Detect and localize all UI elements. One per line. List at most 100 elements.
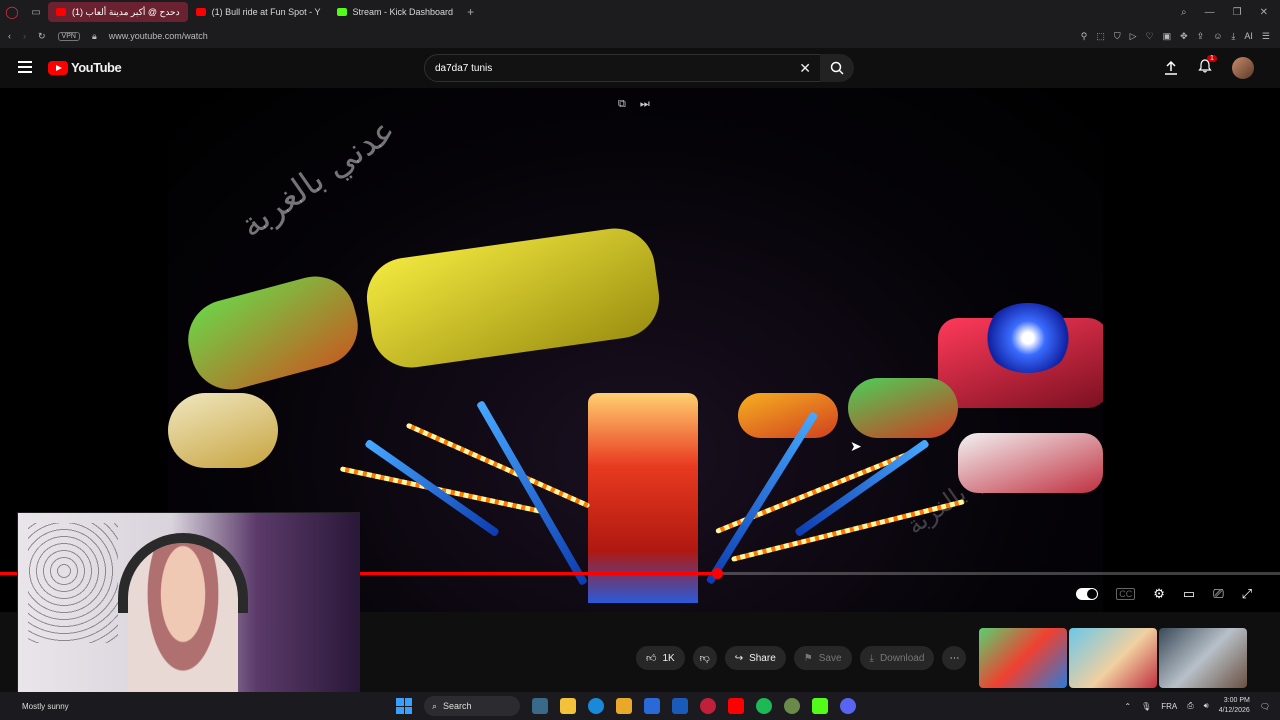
volume-icon[interactable]: 🔊︎ <box>1204 701 1209 711</box>
fullscreen-icon[interactable]: ⤢ <box>1242 586 1252 602</box>
clear-search-icon[interactable]: ✕ <box>799 60 811 77</box>
folder-icon[interactable] <box>616 698 632 714</box>
settings-gear-icon[interactable]: ⚙ <box>1153 586 1165 602</box>
user-icon[interactable]: ☺ <box>1213 31 1222 42</box>
kick-icon[interactable] <box>812 698 828 714</box>
thumbs-down-icon: 👎︎ <box>699 653 710 664</box>
next-video-icon[interactable]: ⏭ <box>640 98 650 111</box>
windows-start-icon[interactable] <box>396 698 412 714</box>
recommended-thumbnail[interactable] <box>979 628 1067 688</box>
recommended-thumbnail[interactable] <box>1069 628 1157 688</box>
share-button[interactable]: ↪ Share <box>724 646 786 670</box>
save-button[interactable]: ⚑ Save <box>793 646 852 670</box>
search-icon: ⌕ <box>432 700 438 711</box>
extension-icon[interactable]: ▣ <box>1163 31 1172 42</box>
edge-icon[interactable] <box>588 698 604 714</box>
restore-icon[interactable]: ❐ <box>1233 7 1242 18</box>
notifications-button[interactable]: 1 <box>1198 54 1217 78</box>
ride-car-white <box>958 433 1103 493</box>
taskbar-search[interactable]: ⌕ Search <box>424 696 520 716</box>
like-button[interactable]: 👍︎ 1K <box>636 646 685 670</box>
dislike-button[interactable]: 👎︎ <box>692 646 717 670</box>
youtube-logo[interactable]: YouTube <box>48 60 122 75</box>
ride-propeller <box>983 303 1073 373</box>
discord-icon[interactable] <box>840 698 856 714</box>
weather-widget[interactable]: Mostly sunny <box>22 702 69 711</box>
ai-button[interactable]: AI <box>1244 31 1253 42</box>
language-indicator[interactable]: FRA <box>1161 702 1177 711</box>
headphones <box>118 533 248 613</box>
notification-center-icon[interactable]: 🗨︎ <box>1260 702 1270 711</box>
ride-car-shoe <box>361 223 665 373</box>
search-input[interactable]: da7da7 tunis ✕ <box>424 54 824 82</box>
youtube-favicon-icon <box>56 8 66 16</box>
tab-2[interactable]: (1) Bull ride at Fun Spot - Y <box>188 2 329 22</box>
download-icon[interactable]: ⤓ <box>1231 31 1235 42</box>
miniplayer-icon[interactable]: ⧉ <box>618 98 626 111</box>
vpn-badge[interactable]: VPN <box>57 31 80 41</box>
opera-gx-icon[interactable] <box>700 698 716 714</box>
youtube-icon[interactable] <box>728 698 744 714</box>
search-tabs-icon[interactable]: ⌕ <box>1181 7 1187 18</box>
hamburger-menu-icon[interactable] <box>18 61 32 73</box>
puzzle-icon[interactable]: ✥ <box>1180 31 1188 42</box>
thumbs-up-icon: 👍︎ <box>646 653 657 664</box>
subtitles-button[interactable]: CC <box>1116 588 1136 600</box>
app-icon[interactable] <box>784 698 800 714</box>
more-actions-button[interactable]: ⋯ <box>942 646 967 670</box>
search-button[interactable] <box>820 54 854 82</box>
watermark-text: عدني بالغربة <box>232 110 403 246</box>
ride-arm <box>476 400 588 586</box>
snapshot-icon[interactable]: ⬚ <box>1096 31 1105 42</box>
search-icon <box>830 61 844 75</box>
menu-icon[interactable]: ☰ <box>1262 31 1270 42</box>
pin-icon[interactable]: ⚲ <box>1081 31 1088 42</box>
clock-time: 3:00 PM <box>1223 697 1250 704</box>
play-icon[interactable]: ▷ <box>1130 31 1137 42</box>
back-icon[interactable]: ‹ <box>8 31 11 41</box>
upload-icon[interactable] <box>1164 61 1178 75</box>
more-horizontal-icon: ⋯ <box>949 652 960 664</box>
network-icon[interactable]: ⎙ <box>1187 701 1193 711</box>
like-count: 1K <box>662 652 675 664</box>
workspaces-icon[interactable]: ▭ <box>24 0 48 24</box>
tab-1[interactable]: دحدح @ أكبر مدينة ألعاب (1) <box>48 2 188 22</box>
widgets-icon[interactable] <box>532 698 548 714</box>
close-window-icon[interactable]: ✕ <box>1260 7 1268 18</box>
lock-icon: 🔒︎ <box>91 30 97 41</box>
spotify-icon[interactable] <box>756 698 772 714</box>
reload-icon[interactable]: ↻ <box>38 31 46 42</box>
share-label: Share <box>749 652 776 664</box>
progress-scrubber[interactable] <box>711 568 723 579</box>
kick-favicon-icon <box>336 8 347 16</box>
system-tray: ⌃ 🎙︎ FRA ⎙ 🔊︎ 3:00 PM 4/12/2026 🗨︎ <box>1124 696 1270 716</box>
ride-car-egg <box>168 393 278 468</box>
cast-icon[interactable]: ⎚ <box>1213 586 1223 602</box>
opera-icon[interactable]: ◯ <box>0 0 24 24</box>
download-arrow-icon: ⤓ <box>869 652 874 664</box>
recommended-thumbnail[interactable] <box>1159 628 1247 688</box>
tab-3-label: Stream - Kick Dashboard <box>352 7 454 17</box>
avatar[interactable] <box>1232 57 1254 79</box>
minimize-icon[interactable]: — <box>1205 7 1215 18</box>
taskbar: Mostly sunny ⌕ Search ⌃ 🎙︎ FRA ⎙ 🔊︎ 3:00… <box>0 692 1280 720</box>
youtube-favicon-icon <box>195 8 206 16</box>
ride-car-green <box>179 267 367 399</box>
download-label: Download <box>879 652 925 664</box>
tab-3[interactable]: Stream - Kick Dashboard <box>329 2 462 22</box>
tray-chevron-icon[interactable]: ⌃ <box>1124 702 1131 711</box>
clock[interactable]: 3:00 PM 4/12/2026 <box>1219 696 1250 716</box>
forward-icon[interactable]: › <box>23 31 26 41</box>
shield-icon[interactable]: ⛉ <box>1114 31 1121 42</box>
outlook-icon[interactable] <box>672 698 688 714</box>
file-explorer-icon[interactable] <box>560 698 576 714</box>
share-icon[interactable]: ⇪ <box>1197 31 1205 42</box>
store-icon[interactable] <box>644 698 660 714</box>
url-field[interactable]: www.youtube.com/watch <box>109 31 208 41</box>
new-tab-icon[interactable]: + <box>467 5 474 19</box>
autoplay-toggle[interactable] <box>1076 588 1099 600</box>
download-button[interactable]: ⤓ Download <box>859 646 935 670</box>
heart-icon[interactable]: ♡ <box>1146 31 1154 42</box>
microphone-icon[interactable]: 🎙︎ <box>1141 702 1151 711</box>
theater-mode-icon[interactable]: ▭ <box>1183 586 1195 602</box>
